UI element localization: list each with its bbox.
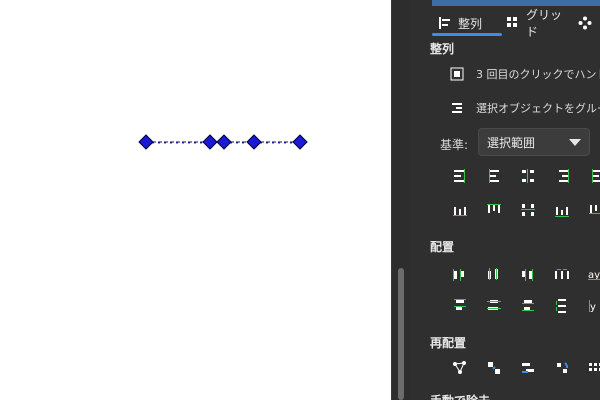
section-partial-title: 手動で除去 (430, 392, 490, 400)
align-bottom-anchor-icon (589, 205, 600, 214)
distribute-left-button[interactable] (448, 262, 472, 286)
align-left-edges-button[interactable] (448, 164, 472, 188)
align-right-edges-button[interactable] (550, 164, 574, 188)
distribute-center-h-icon (488, 268, 498, 280)
distribute-top-icon (454, 299, 466, 310)
align-right-anchor-icon (592, 169, 600, 183)
panel-top-accent (432, 0, 600, 6)
exchange-z-icon (522, 363, 534, 373)
section-align-title: 整列 (430, 42, 455, 56)
align-center-left-icon (489, 169, 499, 183)
checkbox-icon (450, 67, 464, 81)
option-treat-as-group[interactable]: 選択オブジェクトをグループ (450, 100, 600, 116)
distribute-center-h-button[interactable] (482, 262, 506, 286)
distribute-top-button[interactable] (448, 294, 472, 318)
arrange-icon (578, 16, 592, 30)
align-bottom-anchor-button[interactable] (584, 198, 600, 222)
rearrange-randomize-button[interactable] (584, 356, 600, 380)
align-bottom-icon (555, 207, 569, 217)
distribute-text-baseline-button[interactable]: ay (584, 262, 600, 286)
section-rearrange-title: 再配置 (430, 336, 467, 350)
tab-align-label: 整列 (458, 16, 483, 31)
tab-align[interactable]: 整列 (432, 8, 502, 38)
align-right-anchor-button[interactable] (584, 164, 600, 188)
rotate-icon (557, 362, 568, 373)
option-third-click-handles[interactable]: 3 回目のクリックでハンドル (450, 66, 600, 82)
canvas-vertical-scrollbar[interactable] (392, 0, 410, 400)
base-label: 基準: (440, 138, 469, 152)
align-left-icon (454, 169, 465, 183)
distribute-right-button[interactable] (516, 262, 540, 286)
rearrange-graph-button[interactable] (448, 356, 472, 380)
align-center-top-button[interactable] (482, 198, 506, 222)
align-center-vertical-icon (522, 169, 534, 183)
align-top-icon (453, 207, 467, 216)
rearrange-buttons-row (448, 356, 600, 380)
text-baseline-icon: ay (588, 270, 600, 281)
distribute-buttons-row-1: ay (448, 262, 600, 286)
graph-layout-icon (453, 361, 466, 374)
scrollbar-thumb[interactable] (398, 268, 404, 400)
tab-grid[interactable]: グリッド (506, 8, 572, 39)
distribute-left-icon (453, 269, 464, 281)
align-center-top-icon (487, 204, 501, 213)
node-handle-4[interactable] (246, 134, 262, 150)
randomize-icon (589, 363, 600, 371)
base-select-value: 選択範囲 (487, 135, 536, 150)
panel-tabs: 整列 グリッド (410, 8, 600, 39)
tab-grid-label: グリッド (526, 8, 563, 39)
align-buttons-row-2 (448, 198, 600, 222)
distribute-center-v-button[interactable] (482, 294, 506, 318)
svg-text:y: y (590, 302, 596, 313)
text-anchor-icon: y (589, 300, 596, 313)
align-icon (438, 16, 452, 30)
node-handle-1[interactable] (138, 134, 154, 150)
distribute-text-anchor-button[interactable]: y (584, 294, 600, 318)
align-center-horizontal-icon (521, 204, 535, 216)
drawing-canvas[interactable] (0, 0, 392, 400)
section-distribute-title: 配置 (430, 240, 455, 254)
distribute-gaps-h-icon (555, 269, 569, 279)
base-select[interactable]: 選択範囲 (478, 128, 590, 156)
option-third-click-text: 3 回目のクリックでハンドル (476, 68, 600, 81)
grid-icon (506, 16, 520, 30)
align-right-icon (559, 169, 569, 183)
align-distribute-panel: 整列 グリッド 整列 3 回目のクリックでハン 選択オブジェクトをグル 基準: … (410, 0, 600, 400)
distribute-bottom-icon (522, 300, 534, 311)
tab-arrange[interactable] (578, 8, 600, 38)
distribute-gaps-v-button[interactable] (550, 294, 574, 318)
group-icon (450, 101, 464, 115)
node-handle-3[interactable] (216, 134, 232, 150)
distribute-center-v-icon (487, 300, 501, 310)
align-center-vertical-button[interactable] (516, 164, 540, 188)
option-treat-as-group-text: 選択オブジェクトをグループ (476, 102, 600, 115)
node-handle-2[interactable] (202, 134, 218, 150)
align-bottom-edges-button[interactable] (550, 198, 574, 222)
align-top-edges-button[interactable] (448, 198, 472, 222)
path-layer (138, 134, 308, 150)
chevron-down-icon (569, 138, 581, 146)
align-center-left-button[interactable] (482, 164, 506, 188)
distribute-gaps-h-button[interactable] (550, 262, 574, 286)
align-center-horizontal-button[interactable] (516, 198, 540, 222)
node-handle-5[interactable] (292, 134, 308, 150)
rearrange-rotate-button[interactable] (550, 356, 574, 380)
distribute-right-icon (522, 269, 533, 281)
exchange-selection-icon (488, 362, 500, 374)
rearrange-exchange-selection-button[interactable] (482, 356, 506, 380)
distribute-buttons-row-2: y (448, 294, 600, 318)
align-buttons-row-1 (448, 164, 600, 188)
distribute-gaps-v-icon (556, 299, 566, 313)
distribute-bottom-button[interactable] (516, 294, 540, 318)
rearrange-exchange-z-button[interactable] (516, 356, 540, 380)
